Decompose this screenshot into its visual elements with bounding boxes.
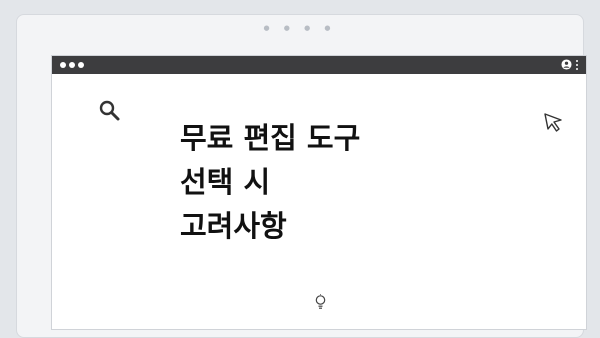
browser-window: 무료 편집 도구 선택 시 고려사항 <box>51 55 587 330</box>
window-dot[interactable] <box>69 62 75 68</box>
title-bar <box>52 56 586 74</box>
window-controls <box>60 62 84 68</box>
title-bar-icons <box>561 59 578 70</box>
search-icon <box>99 100 120 121</box>
lightbulb-icon <box>315 294 326 309</box>
user-icon[interactable] <box>561 59 572 70</box>
window-dot[interactable] <box>60 62 66 68</box>
cursor-icon <box>544 113 562 132</box>
window-dot[interactable] <box>78 62 84 68</box>
more-vertical-icon[interactable] <box>576 59 578 70</box>
headline-line: 선택 시 <box>180 165 271 199</box>
headline-line: 고려사항 <box>180 209 287 243</box>
pagination-dots: ● ● ● ● <box>263 24 337 32</box>
slide-card: ● ● ● ● 무료 편집 도구 선택 시 고려사항 <box>16 14 587 338</box>
headline: 무료 편집 도구 선택 시 고려사항 <box>180 116 460 248</box>
headline-line: 무료 편집 도구 <box>180 121 361 155</box>
